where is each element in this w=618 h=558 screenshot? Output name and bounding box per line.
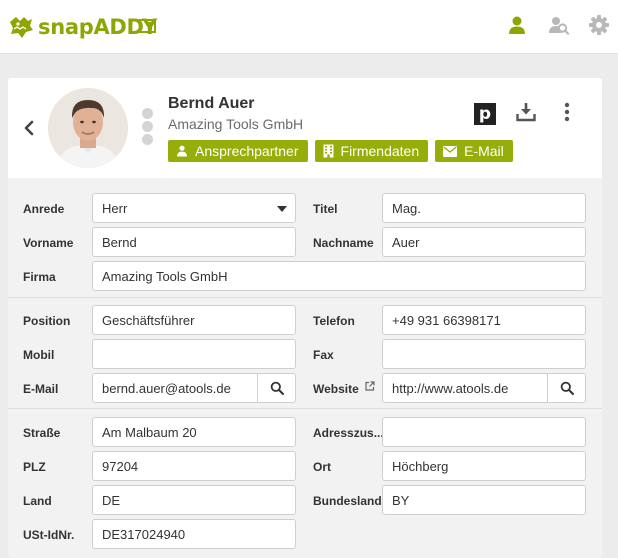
- download-icon[interactable]: [516, 102, 536, 122]
- state-input[interactable]: BY: [382, 485, 586, 515]
- company-data-button[interactable]: Firmendaten: [314, 140, 429, 162]
- user-icon[interactable]: [506, 14, 528, 36]
- address-extra-label: Adresszus...: [313, 426, 384, 440]
- position-input[interactable]: Geschäftsführer: [92, 305, 296, 335]
- email-field[interactable]: bernd.auer@atools.de: [92, 373, 296, 403]
- search-icon: [560, 381, 574, 395]
- avatar: [48, 88, 128, 168]
- email-search-button[interactable]: [257, 374, 295, 402]
- more-vertical-icon[interactable]: [563, 102, 571, 122]
- search-icon: [270, 381, 284, 395]
- action-buttons: Ansprechpartner Firmendaten E-Mail: [168, 140, 513, 162]
- website-search-button[interactable]: [547, 374, 585, 402]
- building-icon: [323, 144, 334, 158]
- salutation-value: Herr: [102, 200, 128, 216]
- contact-company: Amazing Tools GmbH: [168, 116, 304, 132]
- contact-person-label: Ansprechpartner: [195, 143, 299, 159]
- zip-label: PLZ: [23, 460, 46, 474]
- salutation-label: Anrede: [23, 202, 65, 216]
- person-portrait-icon: [48, 88, 128, 168]
- drag-handle-icon[interactable]: [142, 108, 154, 148]
- phone-input[interactable]: +49 931 66398171: [382, 305, 586, 335]
- website-field[interactable]: http://www.atools.de: [382, 373, 586, 403]
- chevron-down-icon: [277, 206, 287, 212]
- title-label: Titel: [313, 202, 338, 216]
- contact-person-button[interactable]: Ansprechpartner: [168, 140, 308, 162]
- company-data-label: Firmendaten: [340, 143, 420, 159]
- city-label: Ort: [313, 460, 331, 474]
- email-button[interactable]: E-Mail: [435, 140, 513, 162]
- phone-label: Telefon: [313, 314, 355, 328]
- company-label: Firma: [23, 270, 56, 284]
- pipedrive-icon[interactable]: p: [474, 103, 496, 125]
- search-contact-icon[interactable]: [547, 14, 569, 36]
- first-name-input[interactable]: Bernd: [92, 227, 296, 257]
- contact-name: Bernd Auer: [168, 95, 255, 112]
- external-link-icon[interactable]: [365, 381, 375, 391]
- contact-header: Bernd Auer Amazing Tools GmbH Ansprechpa…: [8, 78, 602, 178]
- vat-id-label: USt-IdNr.: [23, 528, 75, 542]
- top-bar: snapADDY: [0, 0, 618, 54]
- first-name-label: Vorname: [23, 236, 74, 250]
- website-label: Website: [313, 382, 359, 396]
- email-field-label: E-Mail: [23, 382, 59, 396]
- email-value: bernd.auer@atools.de: [102, 380, 231, 396]
- zip-input[interactable]: 97204: [92, 451, 296, 481]
- back-chevron-icon[interactable]: [22, 120, 36, 136]
- company-input[interactable]: Amazing Tools GmbH: [92, 261, 586, 291]
- envelope-icon: [443, 145, 458, 157]
- country-label: Land: [23, 494, 52, 508]
- contact-card: Bernd Auer Amazing Tools GmbH Ansprechpa…: [8, 78, 602, 558]
- title-input[interactable]: Mag.: [382, 193, 586, 223]
- address-extra-input[interactable]: [382, 417, 586, 447]
- state-label: Bundesland: [313, 494, 382, 508]
- section-divider: [8, 408, 602, 409]
- last-name-input[interactable]: Auer: [382, 227, 586, 257]
- crocodile-logo-icon: [10, 17, 33, 38]
- app-logo[interactable]: snapADDY: [8, 10, 157, 44]
- user-icon: [177, 145, 187, 157]
- position-label: Position: [23, 314, 71, 328]
- street-label: Straße: [23, 426, 61, 440]
- fax-input[interactable]: [382, 339, 586, 369]
- salutation-select[interactable]: Herr: [92, 193, 296, 223]
- sidebar-toggle-icon[interactable]: [139, 19, 156, 33]
- street-input[interactable]: Am Malbaum 20: [92, 417, 296, 447]
- last-name-label: Nachname: [313, 236, 374, 250]
- fax-label: Fax: [313, 348, 334, 362]
- email-label: E-Mail: [464, 143, 504, 159]
- section-divider: [8, 297, 602, 298]
- mobile-label: Mobil: [23, 348, 55, 362]
- vat-id-input[interactable]: DE317024940: [92, 519, 296, 549]
- country-input[interactable]: DE: [92, 485, 296, 515]
- mobile-input[interactable]: [92, 339, 296, 369]
- website-value: http://www.atools.de: [392, 380, 509, 396]
- city-input[interactable]: Höchberg: [382, 451, 586, 481]
- gear-icon[interactable]: [588, 14, 610, 36]
